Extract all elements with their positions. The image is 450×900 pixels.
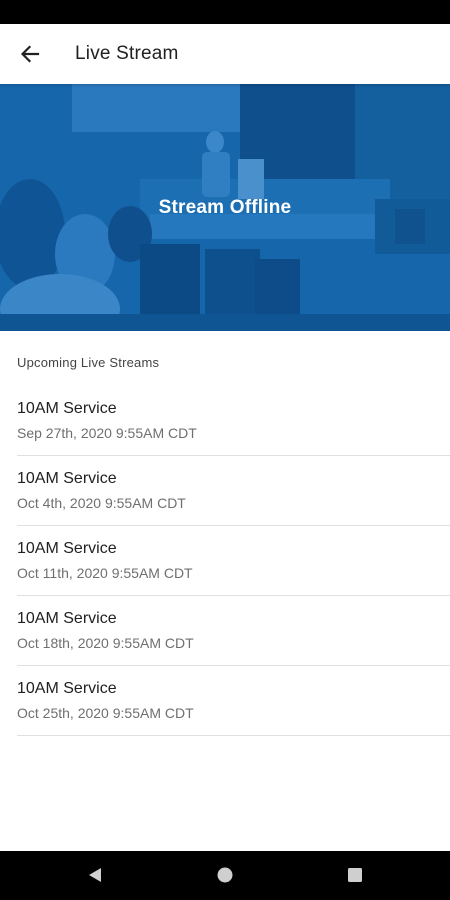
stream-title: 10AM Service: [17, 540, 117, 557]
list-item[interactable]: 10AM Service Oct 11th, 2020 9:55AM CDT: [17, 526, 450, 596]
system-nav-bar: [0, 851, 450, 900]
stream-datetime: Oct 18th, 2020 9:55AM CDT: [17, 635, 194, 651]
square-recents-icon: [348, 868, 362, 882]
app-bar: Live Stream: [0, 24, 450, 84]
stream-player[interactable]: Stream Offline: [0, 84, 450, 331]
stream-title: 10AM Service: [17, 610, 117, 627]
stream-title: 10AM Service: [17, 680, 117, 697]
list-item[interactable]: 10AM Service Oct 25th, 2020 9:55AM CDT: [17, 666, 450, 736]
section-label: Upcoming Live Streams: [17, 355, 160, 370]
triangle-back-icon: [89, 868, 101, 882]
stream-datetime: Sep 27th, 2020 9:55AM CDT: [17, 425, 197, 441]
status-bar: [0, 0, 450, 24]
stream-status-text: Stream Offline: [158, 196, 292, 218]
back-button[interactable]: [0, 24, 60, 84]
nav-back-button[interactable]: [83, 863, 107, 887]
list-item[interactable]: 10AM Service Oct 4th, 2020 9:55AM CDT: [17, 456, 450, 526]
list-item[interactable]: 10AM Service Oct 18th, 2020 9:55AM CDT: [17, 596, 450, 666]
page-title: Live Stream: [75, 43, 179, 64]
stream-datetime: Oct 11th, 2020 9:55AM CDT: [17, 565, 193, 581]
nav-home-button[interactable]: [213, 863, 237, 887]
circle-home-icon: [217, 867, 233, 883]
stream-title: 10AM Service: [17, 470, 117, 487]
stream-title: 10AM Service: [17, 400, 117, 417]
upcoming-streams-list: 10AM Service Sep 27th, 2020 9:55AM CDT 1…: [0, 386, 450, 736]
stream-datetime: Oct 25th, 2020 9:55AM CDT: [17, 705, 194, 721]
list-item[interactable]: 10AM Service Sep 27th, 2020 9:55AM CDT: [17, 386, 450, 456]
stream-datetime: Oct 4th, 2020 9:55AM CDT: [17, 495, 186, 511]
nav-recents-button[interactable]: [343, 863, 367, 887]
arrow-left-icon: [20, 45, 40, 63]
